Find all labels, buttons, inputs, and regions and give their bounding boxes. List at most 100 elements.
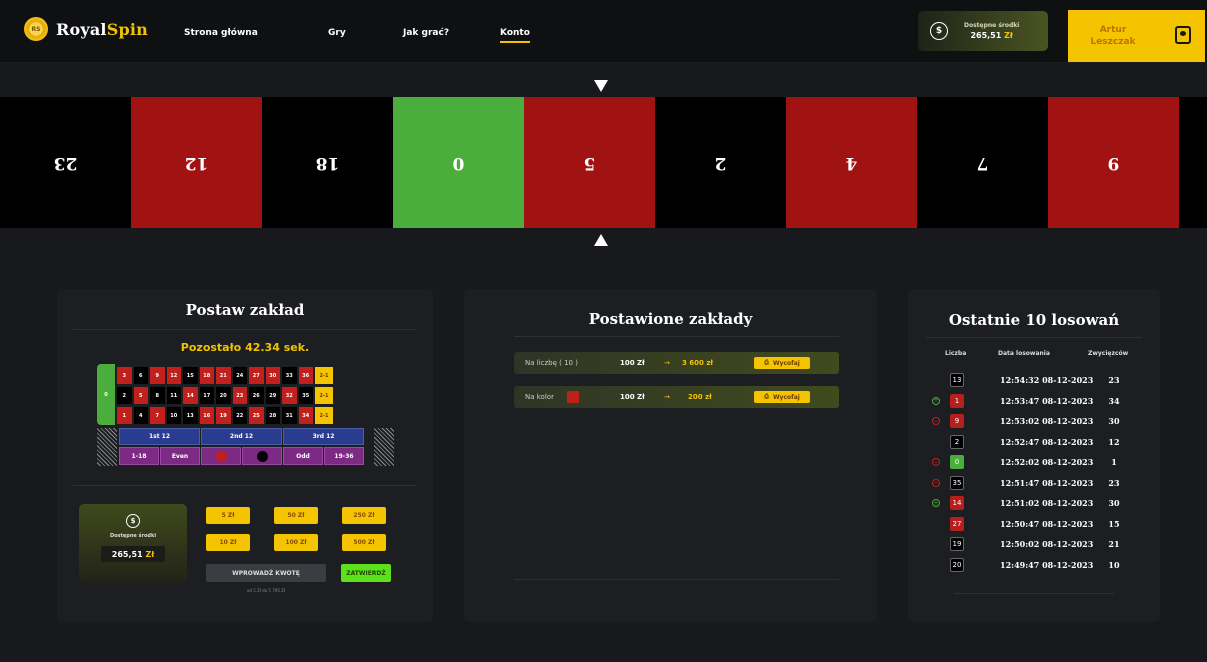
dozen-bet[interactable]: 1st 12	[119, 428, 200, 445]
bet-type: Na kolor	[525, 393, 554, 401]
board-number[interactable]: 13	[183, 407, 198, 424]
wheel-pocket: 4	[786, 97, 917, 228]
board-number[interactable]: 2	[117, 387, 132, 404]
board-number[interactable]: 20	[216, 387, 231, 404]
board-number[interactable]: 19	[216, 407, 231, 424]
history-winners: 15	[1108, 518, 1120, 529]
board-number[interactable]: 8	[150, 387, 165, 404]
history-number: 19	[950, 537, 964, 551]
outside-bet[interactable]: 19-36	[324, 447, 364, 465]
logo-text: RoyalSpin	[56, 19, 148, 39]
board-number[interactable]: 32	[282, 387, 297, 404]
chip-250[interactable]: 250 Zł	[342, 507, 386, 524]
history-number: 9	[950, 414, 964, 428]
bet-row: Na kolor 100 Zł → 200 zł ⎙ Wycofaj	[514, 386, 839, 408]
wheel-pocket: 0	[393, 97, 524, 228]
column-bet[interactable]: 2-1	[315, 367, 333, 384]
wheel-pocket: 12	[131, 97, 262, 228]
board-number[interactable]: 18	[199, 367, 214, 384]
bet-stake: 100 Zł	[620, 359, 645, 367]
board-number[interactable]: 3	[117, 367, 132, 384]
funds-value: 265,51 Zł	[101, 546, 165, 562]
board-number[interactable]: 36	[298, 367, 313, 384]
dozen-bet[interactable]: 3rd 12	[283, 428, 364, 445]
red-bet[interactable]	[201, 447, 241, 465]
board-number[interactable]: 1	[117, 407, 132, 424]
board-number[interactable]: 34	[298, 407, 313, 424]
board-number[interactable]: 28	[265, 407, 280, 424]
board-number[interactable]: 24	[232, 367, 247, 384]
history-winners: 23	[1108, 375, 1120, 385]
board-number[interactable]: 14	[183, 387, 198, 404]
dozen-bet[interactable]: 2nd 12	[201, 428, 282, 445]
board-number[interactable]: 30	[265, 367, 280, 384]
wheel-pocket: 18	[262, 97, 393, 228]
logo[interactable]: RS RoyalSpin	[24, 17, 148, 41]
history-date: 12:54:32 08-12-2023	[1000, 375, 1094, 385]
chip-100[interactable]: 100 Zł	[274, 534, 318, 551]
wheel-pocket	[1179, 97, 1207, 228]
outside-bet[interactable]: Even	[160, 447, 200, 465]
board-number[interactable]: 31	[282, 407, 297, 424]
user-account-button[interactable]: Artur Leszczak	[1068, 10, 1205, 62]
board-number[interactable]: 33	[282, 367, 297, 384]
wheel-pocket: 5	[524, 97, 655, 228]
history-date: 12:51:47 08-12-2023	[1000, 477, 1094, 488]
board-number[interactable]: 17	[199, 387, 214, 404]
nav-home[interactable]: Strona główna	[184, 28, 258, 38]
chip-10[interactable]: 10 Zł	[206, 534, 250, 551]
board-number[interactable]: 22	[232, 407, 247, 424]
withdraw-button[interactable]: ⎙ Wycofaj	[754, 357, 810, 369]
board-number[interactable]: 10	[166, 407, 181, 424]
history-row: − 35 12:51:47 08-12-2023 23	[908, 475, 1160, 493]
history-row: 2 12:52:47 08-12-2023 12	[908, 434, 1160, 452]
nav-how-to-play[interactable]: Jak grać?	[403, 28, 449, 38]
arrow-right-icon: →	[664, 393, 670, 401]
board-number[interactable]: 26	[249, 387, 264, 404]
board-number[interactable]: 12	[166, 367, 181, 384]
confirm-button[interactable]: ZATWIERDŹ	[341, 564, 391, 582]
bet-funds-card: $ Dostępne środki 265,51 Zł	[79, 504, 187, 583]
pointer-up-icon	[594, 234, 608, 246]
board-number[interactable]: 6	[133, 367, 148, 384]
outside-bet[interactable]: 1-18	[119, 447, 159, 465]
board-number[interactable]: 15	[183, 367, 198, 384]
black-dot-icon	[256, 450, 268, 462]
user-name: Artur Leszczak	[1090, 25, 1136, 47]
history-row: − 9 12:53:02 08-12-2023 30	[908, 414, 1160, 431]
board-number[interactable]: 16	[199, 407, 214, 424]
chip-5[interactable]: 5 Zł	[206, 507, 250, 524]
wheel-pocket: 2	[655, 97, 786, 228]
board-number[interactable]: 21	[216, 367, 231, 384]
red-color-swatch	[567, 391, 579, 403]
board-number[interactable]: 25	[249, 407, 264, 424]
column-bet[interactable]: 2-1	[315, 407, 333, 424]
history-date: 12:50:02 08-12-2023	[1000, 539, 1094, 549]
board-number[interactable]: 29	[265, 387, 280, 404]
enter-amount-button[interactable]: WPROWADŹ KWOTĘ	[206, 564, 326, 582]
black-bet[interactable]	[242, 447, 282, 465]
history-number: 14	[950, 496, 964, 510]
chip-500[interactable]: 500 Zł	[342, 534, 386, 551]
board-number[interactable]: 4	[133, 407, 148, 424]
nav-account[interactable]: Konto	[500, 28, 530, 43]
chip-50[interactable]: 50 Zł	[274, 507, 318, 524]
outside-bet[interactable]: Odd	[283, 447, 323, 465]
board-number[interactable]: 23	[232, 387, 247, 404]
board-number[interactable]: 35	[298, 387, 313, 404]
column-bet[interactable]: 2-1	[315, 387, 333, 404]
board-number[interactable]: 9	[150, 367, 165, 384]
header-funds: $ Dostępne środki 265,51 Zł	[918, 11, 1048, 51]
win-indicator-icon: +	[932, 396, 940, 405]
history-date: 12:52:02 08-12-2023	[1000, 457, 1094, 467]
history-panel: Ostatnie 10 losowań Liczba Data losowani…	[908, 289, 1160, 622]
wheel-pocket: 7	[917, 97, 1048, 228]
nav-games[interactable]: Gry	[328, 28, 346, 38]
board-number[interactable]: 11	[166, 387, 181, 404]
board-number[interactable]: 27	[249, 367, 264, 384]
board-number[interactable]: 5	[133, 387, 148, 404]
board-number[interactable]: 7	[150, 407, 165, 424]
withdraw-button[interactable]: ⎙ Wycofaj	[754, 391, 810, 403]
history-row: 20 12:49:47 08-12-2023 10	[908, 557, 1160, 575]
board-number-0[interactable]: 0	[97, 364, 115, 425]
